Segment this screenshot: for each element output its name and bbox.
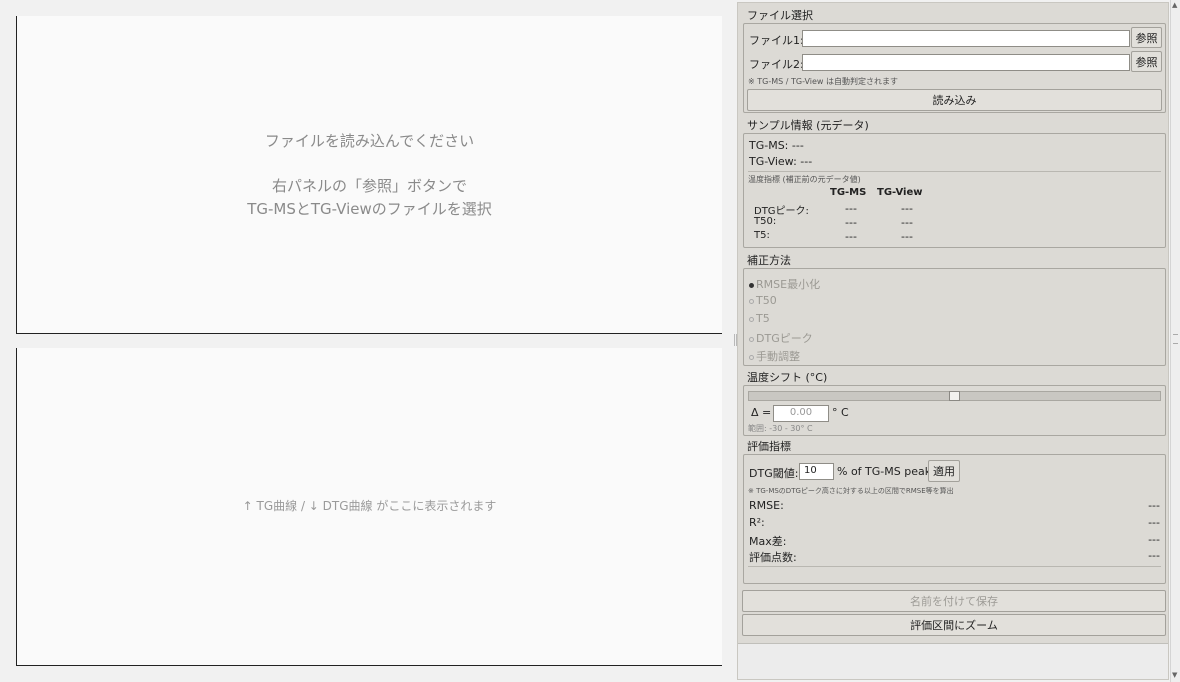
- browse-file2-button[interactable]: 参照: [1131, 51, 1162, 72]
- metric-rmse-value: ---: [1148, 499, 1160, 512]
- apply-button[interactable]: 適用: [928, 460, 960, 482]
- file2-field[interactable]: [802, 54, 1130, 71]
- evaluation-frame: DTG閾値: 10 % of TG-MS peak 適用 ※ TG-MSのDTG…: [743, 454, 1166, 584]
- separator: [748, 171, 1161, 172]
- sample-info-frame: TG-MS: --- TG-View: --- 温度指標 (補正前の元データ値)…: [743, 133, 1166, 248]
- file1-field[interactable]: [802, 30, 1130, 47]
- scroll-grip-icon[interactable]: [1173, 334, 1178, 344]
- radio-rmse-label: RMSE最小化: [756, 278, 821, 291]
- placeholder-line2: 右パネルの「参照」ボタンで: [271, 177, 467, 195]
- row-t50-label: T50:: [754, 216, 777, 227]
- browse-file1-button[interactable]: 参照: [1131, 27, 1162, 48]
- col-header-tgview: TG-View: [877, 187, 923, 198]
- vertical-scrollbar[interactable]: ▲ ▼: [1170, 0, 1180, 682]
- file2-label: ファイル2:: [749, 58, 804, 71]
- radio-t5[interactable]: T5: [749, 312, 770, 325]
- autodetect-note: ※ TG-MS / TG-View は自動判定されます: [748, 77, 899, 86]
- evaluation-title: 評価指標: [747, 440, 791, 453]
- metric-points-value: ---: [1148, 549, 1160, 562]
- dtg-threshold-field[interactable]: 10: [799, 463, 834, 480]
- delta-label: Δ =: [751, 406, 772, 419]
- row-t5-label: T5:: [754, 230, 770, 241]
- save-as-button[interactable]: 名前を付けて保存: [742, 590, 1166, 612]
- file-select-frame: ファイル1: 参照 ファイル2: 参照 ※ TG-MS / TG-View は自…: [743, 23, 1166, 113]
- temp-shift-frame: Δ = 0.00 ° C 範囲: -30 - 30° C: [743, 385, 1166, 436]
- radio-icon: [749, 354, 754, 360]
- file1-label: ファイル1:: [749, 34, 804, 47]
- range-note: 範囲: -30 - 30° C: [748, 424, 813, 433]
- radio-dtg-peak[interactable]: DTGピーク: [749, 330, 813, 346]
- radio-icon: [749, 316, 754, 322]
- slider-thumb[interactable]: [949, 391, 960, 401]
- tgms-name: TG-MS: ---: [749, 139, 804, 152]
- radio-manual[interactable]: 手動調整: [749, 348, 800, 364]
- sample-info-title: サンプル情報 (元データ): [747, 119, 869, 132]
- delta-value-field[interactable]: 0.00: [773, 405, 829, 422]
- shift-slider[interactable]: [748, 391, 1161, 401]
- radio-manual-label: 手動調整: [756, 350, 800, 363]
- radio-dtg-peak-label: DTGピーク: [756, 332, 813, 345]
- load-button[interactable]: 読み込み: [747, 89, 1162, 111]
- placeholder-line3: TG-MSとTG-Viewのファイルを選択: [247, 200, 492, 218]
- radio-t50-label: T50: [756, 294, 777, 307]
- dtg-threshold-label: DTG閾値:: [749, 467, 799, 480]
- scroll-up-icon[interactable]: ▲: [1172, 1, 1177, 9]
- radio-selected-icon: [749, 282, 754, 288]
- metric-r2-value: ---: [1148, 516, 1160, 529]
- zoom-to-range-button[interactable]: 評価区間にズーム: [742, 614, 1166, 636]
- scroll-down-icon[interactable]: ▼: [1172, 671, 1177, 679]
- temp-index-title: 温度指標 (補正前の元データ値): [748, 175, 861, 184]
- delta-unit: ° C: [832, 406, 849, 419]
- correction-title: 補正方法: [747, 254, 791, 267]
- panel-empty-area: [738, 643, 1168, 679]
- row-dtg-peak-label: DTGピーク:: [754, 206, 809, 217]
- control-panel: ファイル選択 ファイル1: 参照 ファイル2: 参照 ※ TG-MS / TG-…: [737, 2, 1169, 680]
- row-t5-tgms: ---: [845, 230, 857, 243]
- dtg-threshold-suffix: % of TG-MS peak: [837, 465, 932, 478]
- radio-icon: [749, 298, 754, 304]
- row-t5-tgview: ---: [901, 230, 913, 243]
- radio-t5-label: T5: [756, 312, 770, 325]
- metric-maxdiff-value: ---: [1148, 533, 1160, 546]
- row-dtg-peak-tgms: ---: [845, 202, 857, 215]
- metric-rmse-label: RMSE:: [749, 499, 784, 512]
- row-dtg-peak-tgview: ---: [901, 202, 913, 215]
- metric-maxdiff-label: Max差:: [749, 535, 787, 548]
- dtg-plot-area[interactable]: ↑ TG曲線 / ↓ DTG曲線 がここに表示されます: [16, 348, 722, 666]
- row-t50-tgms: ---: [845, 216, 857, 229]
- col-header-tgms: TG-MS: [830, 187, 867, 198]
- file-select-title: ファイル選択: [747, 9, 813, 22]
- evaluation-note: ※ TG-MSのDTGピーク高さに対する以上の区間でRMSE等を算出: [748, 487, 954, 495]
- tgview-name: TG-View: ---: [749, 155, 813, 168]
- correction-frame: RMSE最小化 T50 T5 DTGピーク 手動調整: [743, 268, 1166, 366]
- temp-shift-title: 温度シフト (°C): [747, 371, 828, 384]
- bottom-placeholder: ↑ TG曲線 / ↓ DTG曲線 がここに表示されます: [242, 499, 497, 513]
- radio-icon: [749, 336, 754, 342]
- radio-t50[interactable]: T50: [749, 294, 777, 307]
- separator: [748, 566, 1161, 567]
- placeholder-line1: ファイルを読み込んでください: [264, 132, 475, 150]
- metric-points-label: 評価点数:: [749, 551, 797, 564]
- metric-r2-label: R²:: [749, 516, 765, 529]
- radio-rmse[interactable]: RMSE最小化: [749, 276, 820, 292]
- row-t50-tgview: ---: [901, 216, 913, 229]
- tg-plot-area[interactable]: ファイルを読み込んでください 右パネルの「参照」ボタンで TG-MSとTG-Vi…: [16, 16, 722, 334]
